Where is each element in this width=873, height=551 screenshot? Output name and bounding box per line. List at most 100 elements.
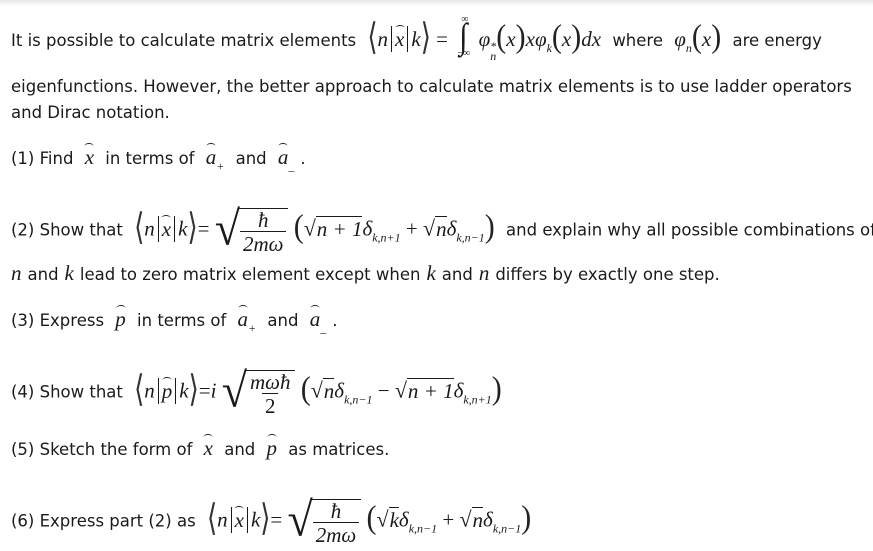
problem-5: (5) Sketch the form of x and p as matric… (11, 437, 389, 461)
and-text: and (441, 265, 473, 284)
delta-sub: k,n−1 (456, 230, 485, 245)
delta: δ (446, 216, 457, 241)
sub-plus: + (216, 159, 225, 173)
bar (391, 26, 393, 52)
bar (174, 215, 176, 242)
var-k: k (179, 378, 189, 403)
var-x: x (701, 27, 712, 51)
n-plus-1: n + 1 (315, 215, 363, 241)
delta-sub: k,n−1 (492, 521, 522, 536)
sqrt-body: ħ 2mω (310, 499, 362, 547)
rparen: ) (571, 18, 582, 55)
sqrt-prefactor: √ ħ 2mω (214, 201, 289, 256)
problem-text: in terms of (105, 149, 195, 168)
where-text: where (612, 31, 663, 50)
delta: δ (362, 216, 373, 241)
sqrt-sign: √ (287, 492, 313, 547)
problem-label: (4) Show that (11, 382, 123, 402)
rangle: ⟩ (260, 497, 271, 539)
rangle: ⟩ (420, 17, 431, 58)
fraction: ħ 2mω (312, 499, 360, 547)
top-shadow (0, 0, 873, 6)
var-n: n (322, 377, 335, 403)
lparen: ( (293, 207, 304, 245)
lparen: ( (691, 18, 702, 55)
var-k: k (250, 507, 261, 532)
rparen: ) (521, 498, 532, 536)
denominator: 2mω (239, 231, 287, 256)
denominator: 2mω (312, 522, 360, 547)
sub-plus: + (248, 321, 257, 335)
delta: δ (483, 507, 493, 532)
x-hat: x (161, 216, 172, 241)
rparen: ) (515, 18, 526, 55)
equals: = (270, 507, 283, 532)
fraction: ħ 2mω (239, 208, 287, 256)
intro-text: It is possible to calculate matrix eleme… (11, 31, 357, 50)
numerator: mωħ (249, 370, 291, 394)
problem-label: (3) Express (11, 311, 105, 330)
langle: ⟨ (206, 497, 218, 539)
p-hat: p (161, 378, 173, 403)
a-hat: a (237, 307, 249, 331)
plus: + (405, 216, 418, 241)
and-text: and (224, 440, 256, 459)
problem-2-line-2: n and k lead to zero matrix element except … (11, 262, 720, 286)
problem-label: (6) Express part (2) as (11, 511, 196, 531)
var-n: n (435, 215, 447, 241)
var-k: k (426, 261, 436, 285)
bar (230, 506, 232, 533)
sqrt-sign: √ (221, 363, 247, 418)
a-hat: a (277, 145, 289, 169)
delta: δ (453, 378, 464, 403)
problem-1: (1) Find x in terms of a+ and a_. (11, 146, 306, 177)
var-x: x (561, 27, 572, 51)
denominator: 2 (261, 393, 279, 418)
bar (157, 377, 159, 404)
problem-2: (2) Show that ⟨n x k⟩= √ ħ 2mω (√n + 1δk,n+1… (11, 201, 873, 256)
and-text: and (235, 149, 267, 168)
sqrt-body: ħ 2mω (237, 208, 289, 256)
bar (246, 506, 248, 533)
integral-sign: ∫ ∞ −∞ (457, 14, 470, 59)
fraction: mωħ 2 (247, 371, 294, 418)
intro-line-1: It is possible to calculate matrix eleme… (11, 14, 822, 62)
bar (175, 377, 177, 404)
rparen: ) (711, 18, 722, 55)
dx: dx (581, 27, 602, 51)
p-hat: p (266, 436, 278, 460)
var-k: k (388, 506, 399, 532)
delta-sub: k,n+1 (372, 230, 401, 245)
sqrt-sign: √ (459, 506, 472, 532)
delta-sub: k,n−1 (344, 392, 373, 407)
a-hat: a (205, 145, 217, 169)
problem-label: (5) Sketch the form of (11, 440, 193, 459)
var-n: n (217, 507, 228, 532)
langle: ⟨ (134, 206, 145, 248)
langle: ⟨ (134, 368, 145, 410)
problem-4: (4) Show that ⟨n p k⟩=i √ mωħ 2 (√nδk,n−1 − … (11, 363, 502, 418)
numerator: ħ (257, 208, 269, 232)
delta-sub: k,n−1 (408, 521, 438, 536)
problem-text: differs by exactly one step. (495, 265, 720, 284)
plus: + (442, 507, 455, 532)
lparen: ( (496, 18, 507, 55)
sqrt-sign: √ (376, 506, 389, 532)
var-x: x (506, 27, 516, 51)
sqrt-sign: √ (214, 201, 240, 256)
problem-text: lead to zero matrix element except when (79, 265, 421, 284)
var-n: n (11, 261, 22, 285)
var-x: x (525, 27, 535, 51)
phi: φ (674, 27, 686, 51)
sqrt-sign: √ (303, 215, 316, 241)
sqrt-sign: √ (423, 215, 436, 241)
intro-line-3: and Dirac notation. (11, 103, 170, 122)
var-n: n (377, 27, 389, 51)
var-k: k (64, 261, 74, 285)
sqrt-sign: √ (394, 377, 407, 403)
var-n: n (478, 261, 490, 285)
problem-3: (3) Express p in terms of a+ and a_. (11, 308, 337, 339)
rangle: ⟩ (187, 206, 198, 248)
numerator: ħ (330, 499, 342, 523)
and-text: and (27, 265, 59, 284)
